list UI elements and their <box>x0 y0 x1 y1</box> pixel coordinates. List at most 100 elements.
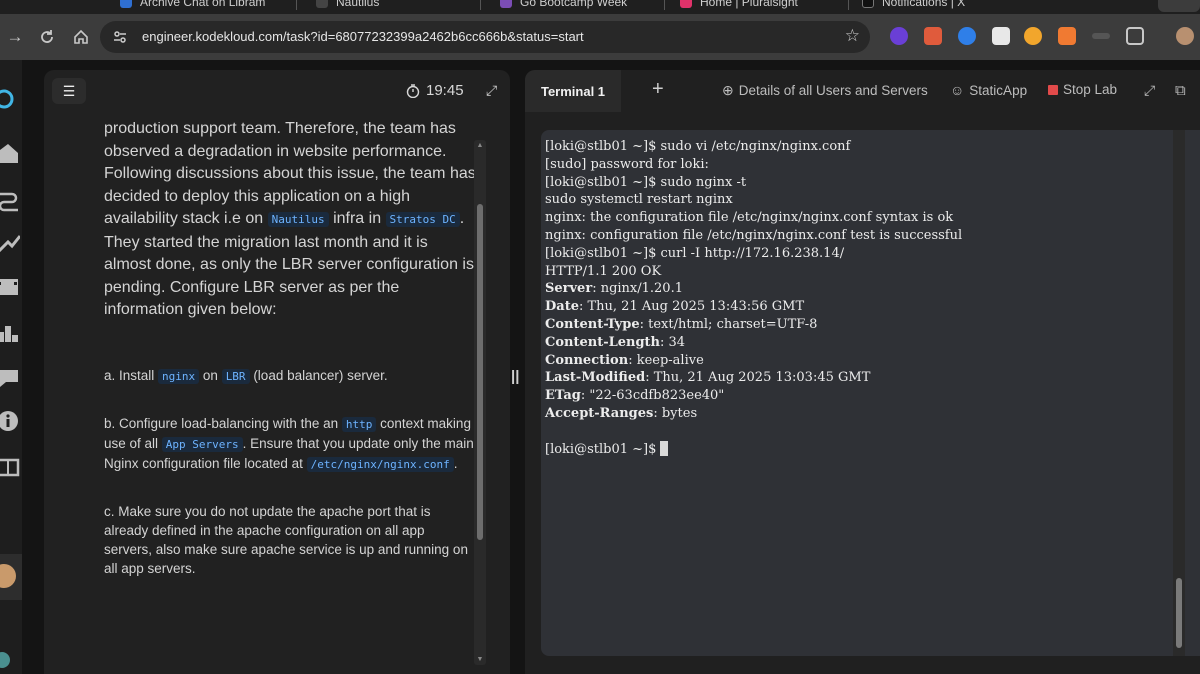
terminal-tab-bar: Terminal 1 + ⊕ Details of all Users and … <box>525 70 1200 112</box>
open-external-icon[interactable]: ⧉ <box>1175 82 1186 99</box>
tab-label: Go Bootcamp Week <box>520 0 628 9</box>
header-line: Last-Modified: Thu, 21 Aug 2025 13:03:45… <box>545 370 871 386</box>
avatar[interactable] <box>0 564 16 588</box>
task-step-b: b. Configure load-balancing with the an … <box>104 415 474 472</box>
inline-code: LBR <box>221 368 250 384</box>
home-icon[interactable] <box>0 142 20 164</box>
bookmark-star-icon[interactable]: ☆ <box>845 26 860 46</box>
terminal-output: [loki@stlb01 ~]$ sudo vi /etc/nginx/ngin… <box>545 138 962 458</box>
header-line: Connection: keep-alive <box>545 352 704 368</box>
task-step-c: c. Make sure you do not update the apach… <box>104 503 468 576</box>
header-line: Server: nginx/1.20.1 <box>545 281 683 297</box>
qr-code-icon[interactable] <box>992 27 1010 45</box>
terminal-line: HTTP/1.1 200 OK <box>545 263 662 279</box>
tab-favicon-icon <box>500 0 512 8</box>
scrollbar-thumb[interactable] <box>1176 578 1182 648</box>
tab-label: Nautilus <box>336 0 380 9</box>
browser-toolbar: → engineer.kodekloud.com/task?id=6807723… <box>0 14 1200 60</box>
inline-code: App Servers <box>161 436 243 452</box>
inline-code: Stratos DC <box>385 212 460 227</box>
tab-label: Home | Pluralsight <box>700 0 798 9</box>
page: ☰ 19:45 ⤢ production support team. There… <box>0 60 1200 674</box>
extension-icon[interactable] <box>1058 27 1076 45</box>
header-line: Content-Length: 34 <box>545 334 686 350</box>
globe-icon: ⊕ <box>722 82 734 98</box>
task-scrollbar[interactable]: ▲ ▼ <box>474 140 486 665</box>
extension-icon[interactable] <box>890 27 908 45</box>
staticapp-link[interactable]: ☺ StaticApp <box>950 82 1027 98</box>
stop-icon <box>1048 84 1058 95</box>
logo-icon[interactable] <box>0 88 20 110</box>
scrollbar-thumb[interactable] <box>477 204 483 540</box>
browser-tab[interactable]: Home | Pluralsight <box>680 0 798 12</box>
tab-label: Notifications | X <box>882 0 966 9</box>
scroll-up-icon[interactable]: ▲ <box>476 142 484 149</box>
terminal-line: [loki@stlb01 ~]$ sudo nginx -t <box>545 174 747 190</box>
task-step-a: a. Install nginx on LBR (load balancer) … <box>104 367 388 384</box>
chart-icon[interactable] <box>0 232 20 254</box>
task-description: production support team. Therefore, the … <box>44 122 476 670</box>
browser-tab[interactable]: Notifications | X <box>862 0 965 12</box>
terminal-line: [sudo] password for loki: <box>545 156 709 172</box>
header-line: Accept-Ranges: bytes <box>545 405 698 421</box>
task-intro: production support team. Therefore, the … <box>104 122 476 318</box>
url-text: engineer.kodekloud.com/task?id=680772323… <box>142 29 584 44</box>
scroll-down-icon[interactable]: ▼ <box>476 656 484 663</box>
terminal-scrollbar[interactable] <box>1173 130 1185 656</box>
podium-icon[interactable] <box>0 322 20 344</box>
inline-code: /etc/nginx/nginx.conf <box>306 456 454 472</box>
browser-tab[interactable]: Nautilus <box>316 0 379 12</box>
tab-favicon-icon <box>680 0 692 8</box>
terminal-panel: Terminal 1 + ⊕ Details of all Users and … <box>525 70 1200 674</box>
task-panel: ☰ 19:45 ⤢ production support team. There… <box>44 70 510 674</box>
stopwatch-icon <box>406 83 420 98</box>
browser-tab[interactable]: Go Bootcamp Week <box>500 0 627 12</box>
extension-menu-icon[interactable] <box>1092 33 1110 39</box>
reload-icon[interactable] <box>34 24 60 50</box>
timer-value: 19:45 <box>426 82 464 99</box>
tab-terminal-1[interactable]: Terminal 1 <box>525 70 621 112</box>
site-settings-icon[interactable] <box>112 29 128 45</box>
extension-icon[interactable] <box>958 27 976 45</box>
roadmap-icon[interactable] <box>0 190 20 212</box>
address-bar[interactable]: engineer.kodekloud.com/task?id=680772323… <box>100 21 870 53</box>
inline-code: nginx <box>158 368 200 384</box>
details-link[interactable]: ⊕ Details of all Users and Servers <box>722 82 928 99</box>
tab-favicon-icon <box>862 0 874 8</box>
expand-icon[interactable]: ⤢ <box>486 82 497 99</box>
stop-lab-button[interactable]: Stop Lab <box>1048 82 1117 97</box>
profile-avatar[interactable] <box>1176 27 1194 45</box>
tab-label: Archive Chat on Libram <box>140 0 266 9</box>
film-icon[interactable] <box>0 276 20 298</box>
tab-favicon-icon <box>316 0 328 8</box>
text-cursor <box>660 440 669 456</box>
status-dot <box>0 652 10 668</box>
user-avatar-slot[interactable] <box>0 554 22 600</box>
checklist-icon: ☰ <box>62 82 76 99</box>
panel-resize-handle[interactable]: || <box>511 368 519 385</box>
forward-icon[interactable]: → <box>2 24 28 50</box>
book-icon[interactable] <box>0 456 20 478</box>
browser-tab-active[interactable] <box>1158 0 1200 12</box>
puzzle-icon[interactable] <box>1126 27 1144 45</box>
extension-icon[interactable] <box>1024 27 1042 45</box>
inline-code: Nautilus <box>267 212 329 227</box>
chat-icon[interactable] <box>0 366 20 388</box>
browser-tab[interactable]: Archive Chat on Libram <box>120 0 265 12</box>
terminal-line: [loki@stlb01 ~]$ curl -I http://172.16.2… <box>545 245 845 261</box>
terminal-line: [loki@stlb01 ~]$ sudo vi /etc/nginx/ngin… <box>545 139 851 154</box>
task-panel-header: ☰ 19:45 ⤢ <box>44 70 510 114</box>
terminal-line: nginx: configuration file /etc/nginx/ngi… <box>545 227 963 243</box>
extension-icon[interactable] <box>924 27 942 45</box>
expand-icon[interactable]: ⤢ <box>1144 82 1155 99</box>
left-sidebar <box>0 60 22 674</box>
add-terminal-button[interactable]: + <box>652 78 664 101</box>
task-list-button[interactable]: ☰ <box>52 78 86 104</box>
terminal-screen[interactable]: [loki@stlb01 ~]$ sudo vi /etc/nginx/ngin… <box>541 130 1200 656</box>
home-icon[interactable] <box>68 24 94 50</box>
terminal-line: sudo systemctl restart nginx <box>545 192 733 208</box>
terminal-line: nginx: the configuration file /etc/nginx… <box>545 210 954 226</box>
info-icon[interactable] <box>0 410 20 432</box>
header-line: ETag: "22-63cdfb823ee40" <box>545 388 725 404</box>
